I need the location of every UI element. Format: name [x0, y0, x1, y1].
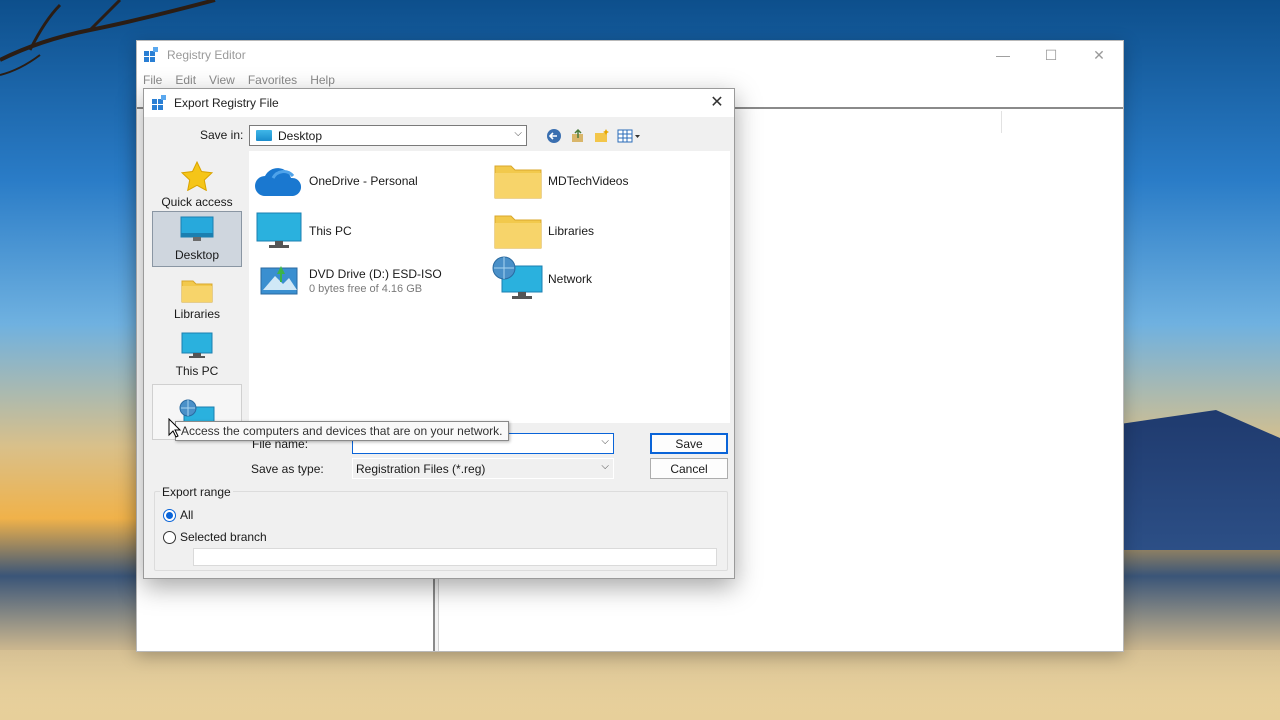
list-item[interactable]: MDTechVideos	[492, 159, 628, 203]
item-name: This PC	[309, 224, 352, 238]
place-label: Libraries	[173, 307, 221, 321]
desktop-icon	[180, 216, 214, 241]
radio-all[interactable]: All	[163, 508, 193, 522]
mountain-decoration	[1120, 410, 1280, 550]
back-arrow-icon	[547, 128, 561, 143]
item-name: Network	[548, 272, 593, 286]
list-item[interactable]: DVD Drive (D:) ESD-ISO 0 bytes free of 4…	[253, 259, 442, 303]
export-range-group: Export range All Selected branch	[154, 485, 728, 571]
chevron-down-icon: ⌵	[601, 461, 609, 472]
radio-button	[163, 530, 176, 544]
chevron-down-icon: ⌵	[514, 128, 522, 139]
place-libraries[interactable]: Libraries	[152, 269, 242, 325]
menu-edit[interactable]: Edit	[175, 73, 196, 87]
registry-icon	[152, 95, 166, 110]
monitor-icon	[181, 332, 213, 358]
item-free-space: 0 bytes free of 4.16 GB	[309, 283, 423, 295]
back-button[interactable]	[542, 126, 566, 146]
dialog-title: Export Registry File	[174, 96, 279, 110]
mouse-cursor-icon	[168, 418, 182, 438]
export-range-title: Export range	[160, 485, 233, 499]
registry-icon	[144, 47, 158, 62]
place-this-pc[interactable]: This PC	[152, 326, 242, 382]
dialog-close-button[interactable]: ✕	[708, 94, 726, 112]
new-folder-icon	[595, 128, 609, 142]
up-folder-button[interactable]	[566, 126, 590, 146]
save-in-value: Desktop	[278, 128, 323, 143]
menu-favorites[interactable]: Favorites	[248, 73, 297, 87]
folder-icon	[181, 280, 213, 303]
save-as-type-dropdown[interactable]: Registration Files (*.reg) ⌵	[352, 458, 614, 479]
navigation-toolbar	[542, 125, 644, 146]
places-bar: Quick access Desktop Libraries This PC	[151, 157, 243, 441]
radio-label: Selected branch	[180, 530, 267, 544]
file-list: OneDrive - Personal MDTechVideos This PC…	[249, 151, 730, 423]
desktop-icon	[256, 130, 272, 141]
network-tooltip: Access the computers and devices that ar…	[175, 421, 509, 441]
star-icon	[181, 161, 213, 191]
radio-button-selected	[163, 508, 176, 522]
place-label: Desktop	[174, 248, 220, 262]
save-in-dropdown[interactable]: Desktop ⌵	[249, 125, 527, 146]
chevron-down-icon: ⌵	[601, 436, 609, 447]
view-menu-button[interactable]	[614, 126, 644, 146]
item-name: MDTechVideos	[548, 174, 629, 188]
folder-icon	[494, 165, 542, 199]
list-item[interactable]: OneDrive - Personal	[253, 159, 418, 203]
save-as-type-value: Registration Files (*.reg)	[356, 461, 486, 476]
maximize-button[interactable]: ☐	[1027, 41, 1075, 69]
view-grid-icon	[617, 129, 640, 142]
cancel-button[interactable]: Cancel	[650, 458, 728, 479]
place-quick-access[interactable]: Quick access	[152, 157, 242, 213]
save-as-type-label: Save as type:	[251, 462, 324, 476]
dvd-icon	[260, 266, 298, 295]
place-label: This PC	[175, 364, 219, 378]
menu-view[interactable]: View	[209, 73, 235, 87]
close-window-button[interactable]: ✕	[1075, 41, 1123, 69]
list-item[interactable]: Libraries	[492, 209, 594, 253]
menu-help[interactable]: Help	[310, 73, 335, 87]
new-folder-button[interactable]	[590, 126, 614, 146]
save-in-label: Save in:	[200, 128, 244, 142]
place-desktop[interactable]: Desktop	[152, 211, 242, 267]
selected-branch-field[interactable]	[193, 548, 717, 566]
cloud-decoration	[0, 650, 1280, 720]
up-folder-icon	[572, 128, 583, 142]
dialog-title-bar: Export Registry File ✕	[144, 89, 734, 117]
cloud-icon	[255, 168, 302, 196]
minimize-button[interactable]: —	[979, 41, 1027, 69]
folder-icon	[494, 215, 542, 249]
radio-selected-branch[interactable]: Selected branch	[163, 530, 267, 544]
column-separator[interactable]	[1001, 111, 1002, 133]
monitor-icon	[256, 212, 302, 248]
radio-label: All	[180, 508, 194, 522]
title-bar: Registry Editor	[137, 41, 1123, 69]
item-name: Libraries	[548, 224, 595, 238]
list-item[interactable]: This PC	[253, 209, 352, 253]
list-item[interactable]: Network	[492, 256, 593, 301]
item-name: DVD Drive (D:) ESD-ISO	[309, 267, 442, 281]
place-label: Quick access	[161, 195, 233, 209]
item-name: OneDrive - Personal	[309, 174, 418, 188]
save-button[interactable]: Save	[650, 433, 728, 454]
window-title: Registry Editor	[167, 48, 246, 62]
save-in-row: Save in: Desktop ⌵	[144, 123, 734, 147]
network-icon	[492, 256, 543, 299]
menu-file[interactable]: File	[143, 73, 162, 87]
export-registry-dialog: Export Registry File ✕ Save in: Desktop …	[143, 88, 735, 579]
